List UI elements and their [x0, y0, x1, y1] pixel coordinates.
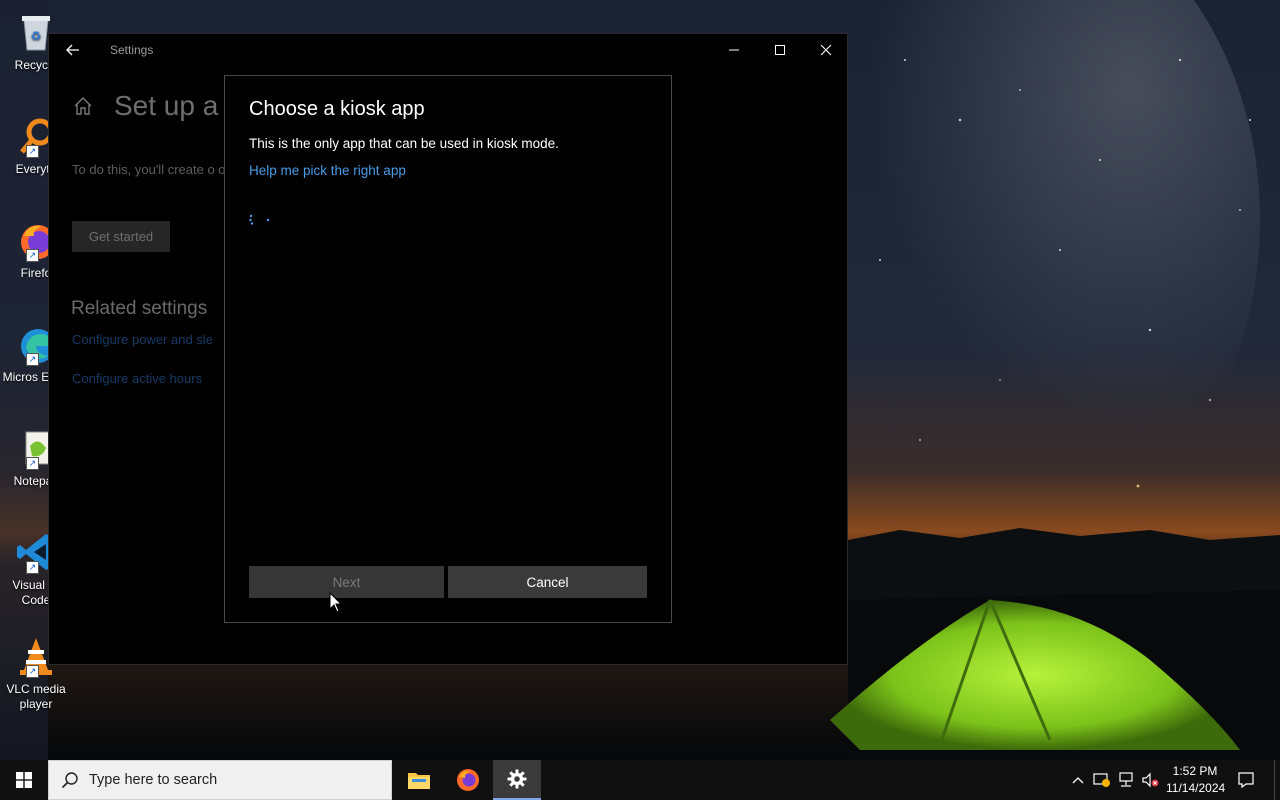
shortcut-arrow-icon: ↗: [26, 145, 39, 158]
mouse-cursor-icon: [329, 592, 343, 613]
taskbar-firefox[interactable]: [444, 760, 492, 800]
tray-volume[interactable]: [1140, 770, 1160, 790]
search-input[interactable]: [87, 771, 371, 789]
home-icon[interactable]: [71, 94, 95, 118]
gear-icon: [507, 769, 527, 789]
clock-date: 11/14/2024: [1166, 781, 1226, 795]
shortcut-arrow-icon: ↗: [26, 353, 39, 366]
maximize-icon: [775, 45, 785, 55]
firefox-icon: [457, 769, 479, 791]
start-button[interactable]: [0, 760, 48, 800]
minimize-icon: [729, 49, 739, 51]
clock-time: 1:52 PM: [1172, 764, 1218, 778]
related-settings-heading: Related settings: [71, 298, 208, 319]
dialog-description: This is the only app that can be used in…: [249, 136, 559, 151]
chevron-up-icon: [1072, 777, 1084, 784]
taskbar-clock[interactable]: 1:52 PM 11/14/2024: [1166, 763, 1226, 797]
shortcut-arrow-icon: ↗: [26, 249, 39, 262]
configure-active-hours-link[interactable]: Configure active hours: [72, 371, 202, 386]
taskbar-settings[interactable]: [493, 760, 541, 800]
tray-overflow-button[interactable]: [1068, 770, 1088, 790]
taskbar-file-explorer[interactable]: [395, 760, 443, 800]
close-icon: [820, 44, 832, 56]
windows-logo-icon: [16, 772, 32, 788]
window-title: Settings: [110, 43, 154, 57]
back-arrow-icon: [66, 44, 79, 56]
kiosk-description: To do this, you'll create o only app tha…: [72, 162, 242, 177]
page-title: Set up a k: [114, 90, 241, 121]
help-pick-app-link[interactable]: Help me pick the right app: [249, 163, 406, 178]
desktop-icon-label: VLC media player: [6, 682, 66, 711]
minimize-button[interactable]: [711, 34, 757, 66]
get-started-button[interactable]: Get started: [72, 221, 170, 252]
taskbar-search-box[interactable]: [48, 760, 392, 800]
notification-center-button[interactable]: [1234, 768, 1258, 792]
shortcut-arrow-icon: ↗: [26, 457, 39, 470]
search-icon: [61, 772, 78, 789]
volume-muted-icon: [1142, 772, 1159, 788]
close-button[interactable]: [803, 34, 849, 66]
shortcut-arrow-icon: ↗: [26, 665, 39, 678]
loading-spinner-icon: [249, 214, 270, 225]
file-explorer-icon: [408, 773, 430, 789]
tray-network[interactable]: [1116, 770, 1136, 790]
back-button[interactable]: [57, 34, 89, 66]
notification-icon: [1238, 772, 1254, 789]
shortcut-arrow-icon: ↗: [26, 561, 39, 574]
configure-power-link[interactable]: Configure power and sle: [72, 332, 213, 347]
maximize-button[interactable]: [757, 34, 803, 66]
taskbar: 1:52 PM 11/14/2024: [0, 760, 1280, 800]
title-bar[interactable]: Settings: [49, 34, 847, 66]
svg-text:♻: ♻: [31, 29, 42, 43]
tray-security[interactable]: [1092, 770, 1112, 790]
choose-kiosk-app-dialog: Choose a kiosk app This is the only app …: [224, 75, 672, 623]
dialog-title: Choose a kiosk app: [249, 98, 425, 120]
show-desktop-button[interactable]: [1274, 760, 1277, 800]
next-button[interactable]: Next: [249, 566, 444, 598]
security-warning-icon: [1093, 773, 1110, 787]
cancel-button[interactable]: Cancel: [448, 566, 647, 598]
network-icon: [1119, 772, 1133, 787]
